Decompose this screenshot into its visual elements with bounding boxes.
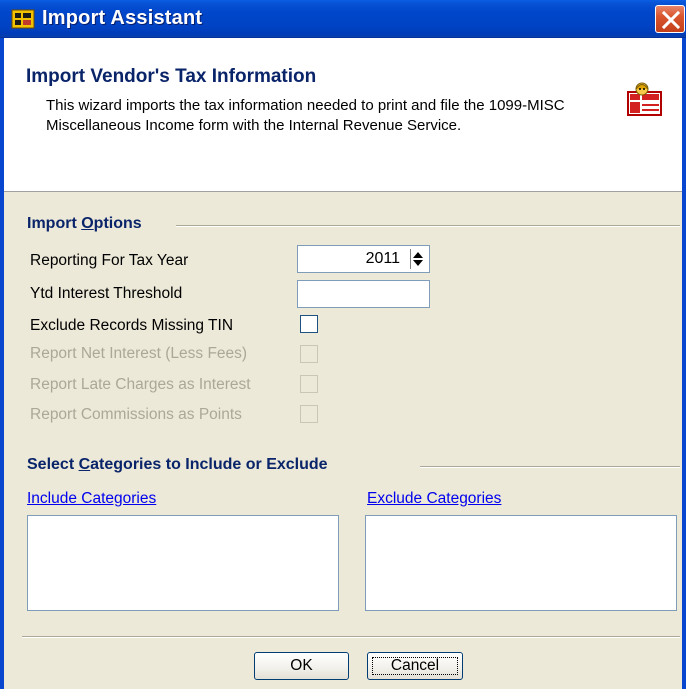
app-icon bbox=[11, 9, 35, 29]
report-net-interest-checkbox bbox=[300, 345, 318, 363]
exclude-missing-tin-checkbox[interactable] bbox=[300, 315, 318, 333]
include-categories-list[interactable] bbox=[27, 515, 339, 611]
report-commissions-checkbox bbox=[300, 405, 318, 423]
ytd-threshold-label: Ytd Interest Threshold bbox=[30, 285, 183, 302]
cancel-button[interactable]: Cancel bbox=[367, 652, 463, 680]
exclude-categories-label[interactable]: Exclude Categories bbox=[367, 490, 501, 508]
close-button[interactable] bbox=[655, 5, 685, 33]
focus-ring bbox=[372, 657, 458, 675]
exclude-missing-tin-label: Exclude Records Missing TIN bbox=[30, 317, 234, 334]
report-late-charges-checkbox bbox=[300, 375, 318, 393]
exclude-categories-list[interactable] bbox=[365, 515, 677, 611]
wizard-title: Import Vendor's Tax Information bbox=[26, 66, 317, 87]
import-options-heading: Import Options bbox=[27, 215, 142, 232]
bottom-divider bbox=[22, 636, 680, 638]
close-icon bbox=[661, 10, 681, 30]
include-categories-label[interactable]: Include Categories bbox=[27, 490, 156, 508]
wizard-description: This wizard imports the tax information … bbox=[46, 97, 565, 134]
report-commissions-label: Report Commissions as Points bbox=[30, 406, 242, 423]
report-late-charges-label: Report Late Charges as Interest bbox=[30, 376, 251, 393]
window-frame-right bbox=[682, 38, 686, 689]
tax-form-icon bbox=[627, 82, 662, 116]
spinner-arrows-icon[interactable] bbox=[410, 249, 426, 269]
window-title: Import Assistant bbox=[42, 7, 203, 29]
ytd-threshold-input[interactable] bbox=[297, 280, 430, 308]
tax-year-label: Reporting For Tax Year bbox=[30, 252, 189, 269]
tax-year-spinner[interactable]: 2011 bbox=[297, 245, 430, 273]
tax-year-value: 2011 bbox=[365, 250, 400, 267]
title-bar[interactable]: Import Assistant bbox=[0, 0, 686, 38]
report-net-interest-label: Report Net Interest (Less Fees) bbox=[30, 345, 248, 362]
categories-divider bbox=[420, 466, 680, 468]
ok-button[interactable]: OK bbox=[254, 652, 349, 680]
import-options-divider bbox=[176, 225, 680, 227]
categories-heading: Select Categories to Include or Exclude bbox=[27, 456, 328, 473]
wizard-header: Import Vendor's Tax Information This wiz… bbox=[4, 38, 682, 192]
